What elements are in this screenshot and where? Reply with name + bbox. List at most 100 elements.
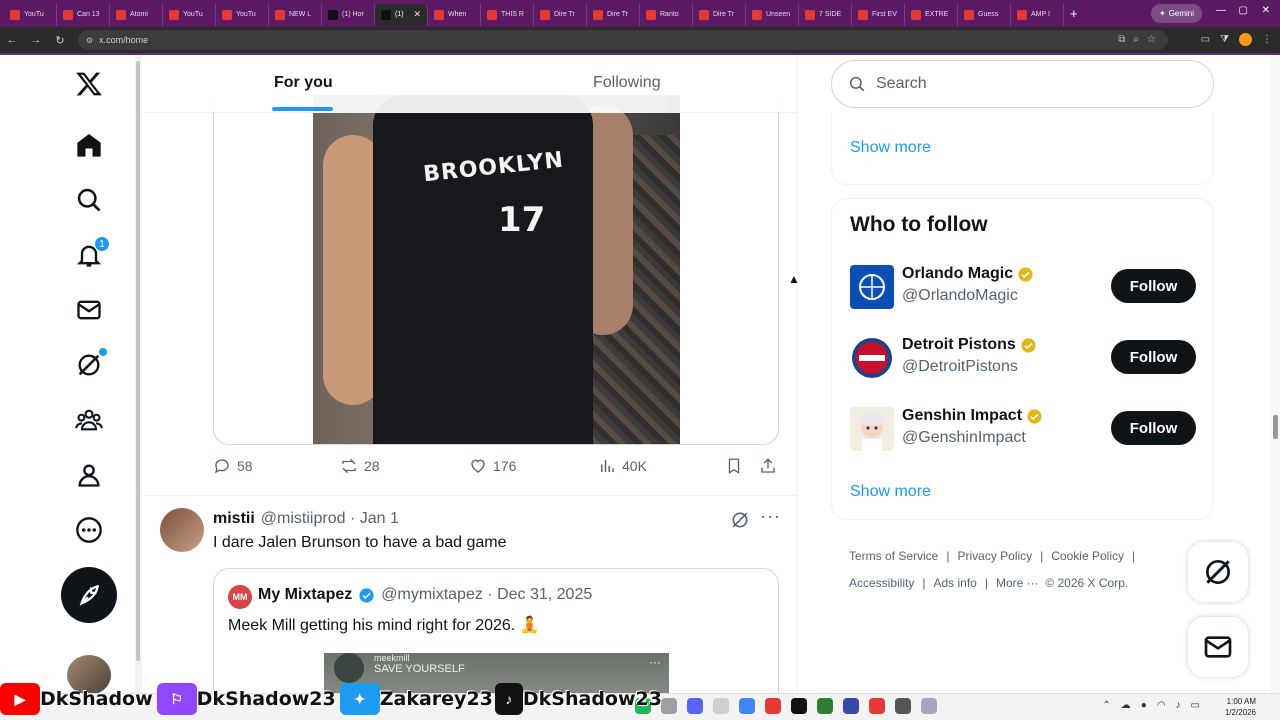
like-button[interactable]: 176 <box>469 457 516 475</box>
more-options-icon[interactable] <box>74 515 104 545</box>
post-more-icon[interactable]: ··· <box>760 506 781 527</box>
forward-button[interactable]: → <box>24 34 48 46</box>
reload-button[interactable]: ↻ <box>48 34 72 47</box>
privacy-link[interactable]: Privacy Policy <box>957 549 1032 563</box>
close-window-button[interactable]: ✕ <box>1262 5 1270 16</box>
repost-button[interactable]: 28 <box>340 457 380 475</box>
quoted-author-handle-date[interactable]: @mymixtapez · Dec 31, 2025 <box>381 586 592 604</box>
tab-following[interactable]: Following <box>593 74 661 92</box>
notifications-bell-icon[interactable]: 1 <box>74 236 110 270</box>
app-record-icon[interactable] <box>765 698 781 714</box>
search-input[interactable]: Search <box>831 60 1214 108</box>
app-icon[interactable] <box>895 698 911 714</box>
suggestion-name[interactable]: Genshin Impact <box>902 407 1043 425</box>
genshin-impact-avatar[interactable] <box>850 407 894 451</box>
new-tab-button[interactable]: + <box>1070 6 1078 21</box>
accessibility-link[interactable]: Accessibility <box>849 576 914 590</box>
left-scrollbar-thumb[interactable] <box>136 61 140 661</box>
suggestion-orlando-magic[interactable]: Orlando Magic @OrlandoMagic Follow <box>850 263 1196 311</box>
x-logo-icon[interactable] <box>74 69 104 99</box>
orlando-magic-avatar[interactable] <box>850 265 894 309</box>
left-scrollbar[interactable] <box>135 55 142 695</box>
browser-tab[interactable]: Dire Tr <box>693 3 746 26</box>
close-tab-icon[interactable]: ✕ <box>413 9 421 20</box>
tiktok-icon[interactable] <box>791 698 807 714</box>
post-image-basketball-player[interactable]: BROOKLYN 17 <box>313 95 680 444</box>
browser-tab[interactable]: Atomi <box>110 3 163 26</box>
quoted-author-avatar[interactable]: MM <box>228 585 252 609</box>
browser-tab[interactable]: Guess <box>958 3 1011 26</box>
tab-for-you[interactable]: For you <box>274 74 333 92</box>
compose-post-button[interactable] <box>61 567 117 623</box>
detroit-pistons-avatar[interactable] <box>850 336 894 380</box>
home-icon[interactable] <box>74 130 104 160</box>
tray-expand-icon[interactable]: ⌃ <box>1102 700 1110 711</box>
follow-detroit-pistons-button[interactable]: Follow <box>1111 340 1196 374</box>
show-more-suggestions-link[interactable]: Show more <box>850 483 931 501</box>
post-media-frame[interactable]: BROOKLYN 17 <box>213 95 779 445</box>
bookmark-star-icon[interactable]: ☆ <box>1147 34 1156 45</box>
ads-info-link[interactable]: Ads info <box>933 576 976 590</box>
browser-tab[interactable]: Dire Tr <box>534 3 587 26</box>
gemini-button[interactable]: ✦ Gemini <box>1150 4 1202 23</box>
app-icon[interactable] <box>843 698 859 714</box>
browser-tab[interactable]: AMP I <box>1011 3 1064 26</box>
show-more-trends-link[interactable]: Show more <box>850 139 931 157</box>
browser-tab[interactable]: 7 SIDE <box>799 3 852 26</box>
address-bar[interactable]: ⚙ x.com/home ⧉ ⌕ ☆ <box>78 30 1168 50</box>
quoted-author-name[interactable]: My Mixtapez <box>258 586 352 604</box>
browser-tab[interactable]: NEW L <box>269 3 322 26</box>
app-icon[interactable] <box>921 698 937 714</box>
discord-icon[interactable] <box>687 698 703 714</box>
messages-mail-icon[interactable] <box>74 295 104 325</box>
communities-icon[interactable] <box>74 405 104 435</box>
explore-search-icon[interactable] <box>74 185 104 215</box>
browser-tab[interactable]: YouTu <box>163 3 216 26</box>
cloud-icon[interactable]: ☁ <box>1121 700 1131 711</box>
profile-icon[interactable] <box>74 460 104 490</box>
browser-tab[interactable]: YouTu <box>216 3 269 26</box>
app-icon[interactable] <box>713 698 729 714</box>
grok-icon[interactable] <box>74 348 107 380</box>
browser-tab[interactable]: EXTRE <box>905 3 958 26</box>
volume-icon[interactable]: ♪ <box>1176 700 1181 711</box>
browser-tab[interactable]: First EV <box>852 3 905 26</box>
browser-tab[interactable]: When <box>428 3 481 26</box>
battery-icon[interactable]: ▭ <box>1191 700 1200 711</box>
site-info-icon[interactable]: ⚙ <box>86 36 93 45</box>
browser-tab[interactable]: Unseen <box>746 3 799 26</box>
suggestion-handle[interactable]: @DetroitPistons <box>902 358 1018 376</box>
suggestion-handle[interactable]: @OrlandoMagic <box>902 287 1018 305</box>
messages-floating-button[interactable] <box>1188 617 1248 677</box>
terms-link[interactable]: Terms of Service <box>849 549 938 563</box>
grok-floating-button[interactable] <box>1188 542 1248 602</box>
quoted-post[interactable]: MM My Mixtapez @mymixtapez · Dec 31, 202… <box>213 568 779 695</box>
menu-icon[interactable]: ⋮ <box>1262 34 1272 45</box>
post-mistii[interactable]: mistii @mistiiprod · Jan 1 ··· I dare Ja… <box>142 496 797 695</box>
browser-tab[interactable]: Can 13 <box>57 3 110 26</box>
post-author-avatar[interactable] <box>160 508 204 552</box>
browser-tab[interactable]: (1) Hor <box>322 3 375 26</box>
bookmark-button[interactable] <box>725 457 743 475</box>
zoom-icon[interactable]: ⌕ <box>1133 34 1139 45</box>
app-icon[interactable] <box>869 698 885 714</box>
back-button[interactable]: ← <box>0 34 24 46</box>
sidebar-toggle-icon[interactable]: ▭ <box>1201 34 1210 45</box>
cookie-link[interactable]: Cookie Policy <box>1051 549 1124 563</box>
suggestion-genshin-impact[interactable]: Genshin Impact @GenshinImpact Follow <box>850 405 1196 453</box>
follow-genshin-impact-button[interactable]: Follow <box>1111 411 1196 445</box>
extensions-icon[interactable]: ⧩ <box>1220 34 1229 45</box>
browser-tab[interactable]: THIS R <box>481 3 534 26</box>
page-scrollbar[interactable] <box>1271 55 1280 695</box>
browser-tab[interactable]: Dire Tr <box>587 3 640 26</box>
chrome-icon[interactable] <box>739 698 755 714</box>
suggestion-name[interactable]: Detroit Pistons <box>902 336 1037 354</box>
app-icon[interactable] <box>817 698 833 714</box>
browser-tab[interactable]: Ranto <box>640 3 693 26</box>
suggestion-handle[interactable]: @GenshinImpact <box>902 429 1026 447</box>
more-footer-link[interactable]: More ··· <box>996 576 1039 590</box>
browser-tab[interactable]: YouTu <box>4 3 57 26</box>
browser-tab[interactable]: (1) ✕ <box>375 3 428 26</box>
wifi-icon[interactable]: ◠ <box>1157 700 1166 711</box>
follow-orlando-magic-button[interactable]: Follow <box>1111 269 1196 303</box>
